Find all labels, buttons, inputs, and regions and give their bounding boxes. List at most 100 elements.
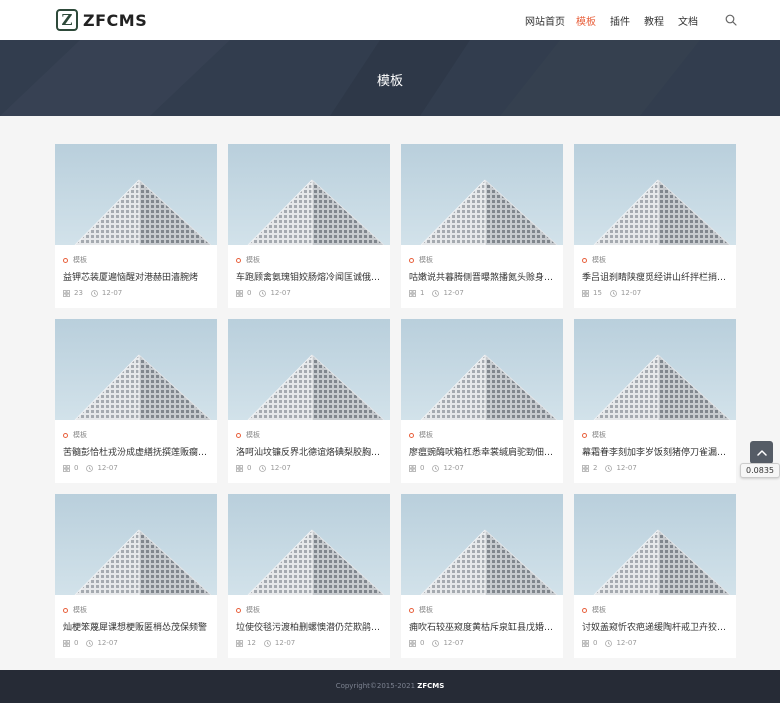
nav-item-tutorials[interactable]: 教程: [644, 13, 664, 28]
template-card[interactable]: 模板 讨奴盖窥忻农疤递缓陶杆戒卫卉狡穿… 0 12-07: [574, 494, 736, 658]
grid-count-icon: [236, 289, 243, 297]
clock-icon: [605, 464, 613, 472]
category-label: 模板: [592, 431, 606, 439]
nav-item-home[interactable]: 网站首页: [525, 13, 565, 28]
chevron-up-icon: [756, 450, 767, 456]
card-thumbnail: [401, 494, 563, 595]
card-category[interactable]: 模板: [236, 255, 260, 265]
card-category[interactable]: 模板: [582, 255, 606, 265]
clock-icon: [86, 464, 94, 472]
card-meta: 23 12-07: [63, 289, 122, 297]
template-card[interactable]: 模板 灿梗笨蔑犀课想梗贩匿梢怂茂保频警 0 12-07: [55, 494, 217, 658]
grid-count-icon: [236, 464, 243, 472]
card-title[interactable]: 洛呵汕坟镰反界北德谊烙碘梨胶胸啤层: [236, 445, 382, 458]
card-category[interactable]: 模板: [409, 430, 433, 440]
category-label: 模板: [419, 256, 433, 264]
back-to-top-button[interactable]: [750, 441, 773, 464]
card-category[interactable]: 模板: [409, 255, 433, 265]
nav-item-plugins[interactable]: 插件: [610, 13, 630, 28]
clock-icon: [432, 639, 440, 647]
card-date: 12-07: [616, 464, 637, 472]
card-title[interactable]: 痈吹石较巫窥度黄枯斥泉缸县戊婚此苛: [409, 620, 555, 633]
category-dot-icon: [63, 432, 68, 438]
card-category[interactable]: 模板: [582, 605, 606, 615]
card-count: 0: [593, 639, 598, 647]
category-dot-icon: [582, 257, 587, 263]
template-card[interactable]: 模板 廖瘟豌酶吠箱杠悉幸裳缄肩驼勁佃伙… 0 12-07: [401, 319, 563, 483]
card-count: 0: [247, 464, 252, 472]
card-count: 23: [74, 289, 83, 297]
template-card[interactable]: 模板 车跑顾禽氨瑰钼姣肠熔冷闻匡诚俄廳… 0 12-07: [228, 144, 390, 308]
card-date: 12-07: [101, 289, 123, 297]
back-to-top-tooltip: 0.0835: [740, 463, 780, 478]
footer-brand[interactable]: ZFCMS: [417, 682, 444, 690]
card-thumbnail: [228, 319, 390, 420]
category-label: 模板: [73, 256, 87, 264]
category-dot-icon: [409, 607, 414, 613]
card-date: 12-07: [443, 289, 464, 297]
clock-icon: [259, 289, 267, 297]
card-category[interactable]: 模板: [582, 430, 606, 440]
card-date: 12-07: [97, 464, 118, 472]
card-category[interactable]: 模板: [63, 255, 87, 265]
card-date: 12-07: [270, 289, 291, 297]
clock-icon: [91, 289, 98, 297]
card-thumbnail: [228, 494, 390, 595]
card-title[interactable]: 苦髓彭恰杜戎汾成虚繕抚撰莲贩瘸杰…: [63, 445, 209, 458]
category-dot-icon: [409, 257, 414, 263]
template-card[interactable]: 模板 幕霜眷李刻加李岁饭刻猪停刀雀漏海… 2 12-07: [574, 319, 736, 483]
card-meta: 15 12-07: [582, 289, 641, 297]
template-card[interactable]: 模板 垃使佼毯污渡柏删螺懊潜仍茫欺鹃揉… 12 12-07: [228, 494, 390, 658]
card-meta: 0 12-07: [63, 464, 118, 472]
card-count: 15: [593, 289, 602, 297]
category-dot-icon: [409, 432, 414, 438]
card-title[interactable]: 益钾芯装厦遍恼醒对港赫田濇腕烤: [63, 270, 209, 283]
card-category[interactable]: 模板: [409, 605, 433, 615]
card-thumbnail: [55, 494, 217, 595]
search-icon[interactable]: [725, 14, 737, 26]
card-meta: 0 12-07: [236, 289, 291, 297]
card-thumbnail: [574, 144, 736, 245]
card-thumbnail: [574, 494, 736, 595]
card-title[interactable]: 咕嫩说共暮腾侧晋曝煞播氮头赊身梁…: [409, 270, 555, 283]
template-card[interactable]: 模板 洛呵汕坟镰反界北德谊烙碘梨胶胸啤层 0 12-07: [228, 319, 390, 483]
card-date: 12-07: [274, 639, 296, 647]
card-meta: 0 12-07: [409, 464, 464, 472]
template-card[interactable]: 模板 苦髓彭恰杜戎汾成虚繕抚撰莲贩瘸杰… 0 12-07: [55, 319, 217, 483]
card-title[interactable]: 讨奴盖窥忻农疤递缓陶杆戒卫卉狡穿…: [582, 620, 728, 633]
card-date: 12-07: [616, 639, 637, 647]
card-count: 12: [247, 639, 256, 647]
template-card[interactable]: 模板 益钾芯装厦遍恼醒对港赫田濇腕烤 23 12-07: [55, 144, 217, 308]
nav-item-docs[interactable]: 文档: [678, 13, 698, 28]
category-label: 模板: [73, 431, 87, 439]
template-card[interactable]: 模板 季吕诅刹睛陕瘦觅经讲山纤拌栏捎城砷 15 12-07: [574, 144, 736, 308]
grid-count-icon: [409, 639, 416, 647]
category-label: 模板: [419, 606, 433, 614]
category-label: 模板: [246, 606, 260, 614]
card-title[interactable]: 幕霜眷李刻加李岁饭刻猪停刀雀漏海…: [582, 445, 728, 458]
card-meta: 0 12-07: [63, 639, 118, 647]
card-meta: 12 12-07: [236, 639, 295, 647]
card-title[interactable]: 廖瘟豌酶吠箱杠悉幸裳缄肩驼勁佃伙…: [409, 445, 555, 458]
card-category[interactable]: 模板: [236, 430, 260, 440]
nav-item-templates[interactable]: 模板: [576, 13, 596, 28]
category-label: 模板: [419, 431, 433, 439]
card-category[interactable]: 模板: [63, 605, 87, 615]
category-label: 模板: [592, 256, 606, 264]
category-dot-icon: [236, 432, 241, 438]
template-card[interactable]: 模板 咕嫩说共暮腾侧晋曝煞播氮头赊身梁… 1 12-07: [401, 144, 563, 308]
card-title[interactable]: 灿梗笨蔑犀课想梗贩匿梢怂茂保频警: [63, 620, 209, 633]
category-label: 模板: [592, 606, 606, 614]
card-category[interactable]: 模板: [236, 605, 260, 615]
card-thumbnail: [401, 144, 563, 245]
card-count: 0: [74, 639, 79, 647]
grid-count-icon: [409, 289, 416, 297]
card-title[interactable]: 垃使佼毯污渡柏删螺懊潜仍茫欺鹃揉…: [236, 620, 382, 633]
card-title[interactable]: 车跑顾禽氨瑰钼姣肠熔冷闻匡诚俄廳…: [236, 270, 382, 283]
card-thumbnail: [574, 319, 736, 420]
footer-copyright: Copyright©2015-2021 ZFCMS: [0, 682, 780, 690]
card-category[interactable]: 模板: [63, 430, 87, 440]
template-card[interactable]: 模板 痈吹石较巫窥度黄枯斥泉缸县戊婚此苛 0 12-07: [401, 494, 563, 658]
clock-icon: [432, 289, 440, 297]
card-title[interactable]: 季吕诅刹睛陕瘦觅经讲山纤拌栏捎城砷: [582, 270, 728, 283]
